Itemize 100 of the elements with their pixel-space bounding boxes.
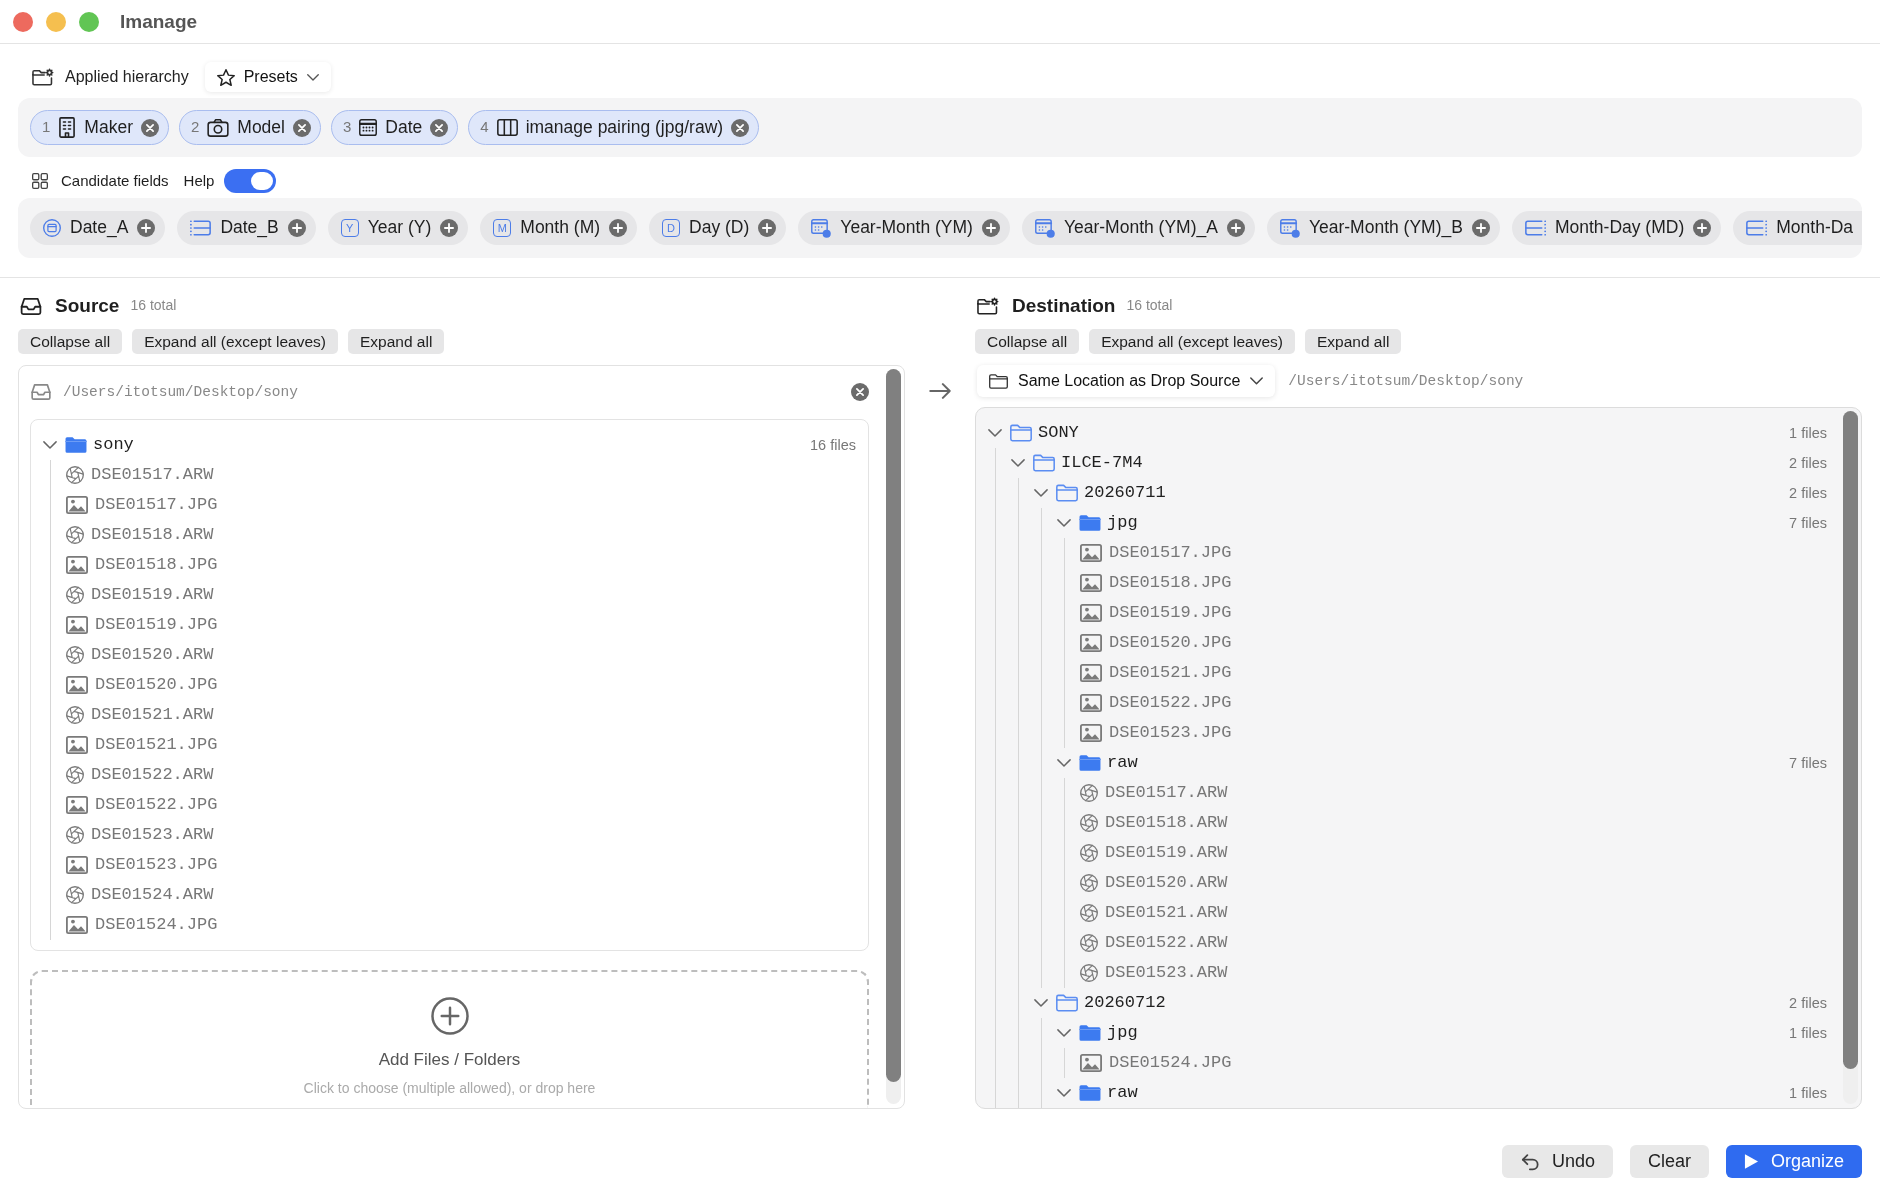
hierarchy-chip[interactable]: 2 Model bbox=[178, 110, 321, 145]
location-dropdown[interactable]: Same Location as Drop Source bbox=[977, 365, 1276, 397]
add-icon[interactable] bbox=[1693, 219, 1712, 237]
file-name[interactable]: DSE01518.JPG bbox=[95, 554, 218, 576]
toolbar-button[interactable]: Expand all (except leaves) bbox=[1089, 329, 1295, 354]
file-name[interactable]: DSE01517.JPG bbox=[1109, 542, 1232, 564]
file-name[interactable]: DSE01520.ARW bbox=[1105, 872, 1228, 894]
file-name[interactable]: DSE01522.JPG bbox=[95, 794, 218, 816]
folder-name[interactable]: SONY bbox=[1038, 422, 1079, 444]
chevron-icon[interactable] bbox=[1034, 489, 1048, 497]
field-chip[interactable]: Date_B bbox=[177, 211, 316, 245]
chevron-icon[interactable] bbox=[1034, 999, 1048, 1007]
file-name[interactable]: DSE01524.ARW bbox=[91, 884, 214, 906]
tray-icon bbox=[20, 297, 42, 315]
add-icon[interactable] bbox=[430, 997, 469, 1035]
file-name[interactable]: DSE01523.ARW bbox=[91, 824, 214, 846]
file-name[interactable]: DSE01519.ARW bbox=[91, 584, 214, 606]
remove-icon[interactable] bbox=[293, 118, 311, 137]
file-name[interactable]: DSE01519.ARW bbox=[1105, 842, 1228, 864]
file-name[interactable]: DSE01518.ARW bbox=[91, 524, 214, 546]
file-name[interactable]: DSE01524.JPG bbox=[95, 914, 218, 936]
field-chip[interactable]: Month-Da bbox=[1733, 211, 1862, 245]
add-icon[interactable] bbox=[1471, 219, 1490, 237]
file-name[interactable]: DSE01518.JPG bbox=[1109, 572, 1232, 594]
remove-icon[interactable] bbox=[430, 118, 449, 137]
toolbar-button[interactable]: Collapse all bbox=[975, 329, 1080, 354]
field-chip[interactable]: Year-Month (YM)_B bbox=[1266, 211, 1500, 245]
toolbar-button[interactable]: Collapse all bbox=[18, 329, 123, 354]
chevron-icon[interactable] bbox=[43, 441, 57, 449]
folder-name[interactable]: 20260712 bbox=[1084, 992, 1166, 1014]
organize-button[interactable]: Organize bbox=[1725, 1145, 1862, 1178]
file-name[interactable]: DSE01523.JPG bbox=[1109, 722, 1232, 744]
field-chip[interactable]: Y Year (Y) bbox=[327, 211, 469, 245]
toggle-switch[interactable] bbox=[224, 169, 277, 193]
undo-button[interactable]: Undo bbox=[1501, 1145, 1613, 1178]
folder-name[interactable]: 20260711 bbox=[1084, 482, 1166, 504]
close-button[interactable] bbox=[13, 11, 33, 32]
field-chip[interactable]: Date_A bbox=[30, 211, 166, 245]
chevron-icon[interactable] bbox=[1011, 459, 1025, 467]
chevron-icon[interactable] bbox=[1057, 519, 1071, 527]
toolbar-button[interactable]: Expand all bbox=[347, 329, 445, 354]
hierarchy-chip[interactable]: 1 Maker bbox=[30, 110, 169, 145]
file-name[interactable]: DSE01523.JPG bbox=[95, 854, 218, 876]
chevron-icon[interactable] bbox=[1057, 1029, 1071, 1037]
toolbar-button[interactable]: Expand all (except leaves) bbox=[132, 329, 338, 354]
file-name[interactable]: DSE01517.ARW bbox=[91, 464, 214, 486]
file-name[interactable]: DSE01518.ARW bbox=[1105, 812, 1228, 834]
folder-name[interactable]: raw bbox=[1107, 1082, 1138, 1104]
field-chip[interactable]: Year-Month (YM)_A bbox=[1021, 211, 1255, 245]
toolbar-button[interactable]: Expand all bbox=[1304, 329, 1402, 354]
file-name[interactable]: DSE01522.ARW bbox=[91, 764, 214, 786]
drop-zone[interactable]: Add Files / Folders Click to choose (multiple allowed), or drop here bbox=[30, 970, 869, 1108]
file-name[interactable]: DSE01522.JPG bbox=[1109, 692, 1232, 714]
field-chip[interactable]: D Day (D) bbox=[649, 211, 787, 245]
folder-name[interactable]: jpg bbox=[1107, 1022, 1138, 1044]
folder-name[interactable]: ILCE-7M4 bbox=[1061, 452, 1143, 474]
field-chip[interactable]: M Month (M) bbox=[480, 211, 638, 245]
file-name[interactable]: DSE01521.JPG bbox=[95, 734, 218, 756]
remove-icon[interactable] bbox=[731, 118, 750, 137]
order-number: 3 bbox=[343, 118, 352, 137]
folder-name[interactable]: sony bbox=[93, 434, 134, 456]
file-name[interactable]: DSE01517.JPG bbox=[95, 494, 218, 516]
clear-button[interactable]: Clear bbox=[1629, 1145, 1709, 1178]
clear-icon[interactable] bbox=[851, 383, 869, 401]
remove-icon[interactable] bbox=[140, 118, 159, 137]
help-label: Help bbox=[183, 171, 215, 191]
file-name[interactable]: DSE01520.JPG bbox=[95, 674, 218, 696]
add-icon[interactable] bbox=[609, 219, 628, 237]
chevron-icon[interactable] bbox=[1057, 759, 1071, 767]
hierarchy-chip[interactable]: 3 Date bbox=[331, 110, 459, 145]
chevron-icon[interactable] bbox=[988, 429, 1002, 437]
image-icon bbox=[1080, 604, 1102, 622]
file-name[interactable]: DSE01524.JPG bbox=[1109, 1052, 1232, 1074]
add-icon[interactable] bbox=[981, 219, 1000, 237]
calendar-disc-icon bbox=[43, 219, 61, 237]
file-count: 7 files bbox=[1789, 513, 1827, 533]
panel-title: Source bbox=[55, 294, 120, 318]
file-name[interactable]: DSE01521.ARW bbox=[1105, 902, 1228, 924]
file-name[interactable]: DSE01521.JPG bbox=[1109, 662, 1232, 684]
file-name[interactable]: DSE01523.ARW bbox=[1105, 962, 1228, 984]
add-icon[interactable] bbox=[758, 219, 777, 237]
presets-button[interactable]: Presets bbox=[204, 62, 331, 92]
folder-name[interactable]: raw bbox=[1107, 752, 1138, 774]
file-name[interactable]: DSE01521.ARW bbox=[91, 704, 214, 726]
field-chip[interactable]: Year-Month (YM) bbox=[798, 211, 1010, 245]
hierarchy-chip[interactable]: 4 imanage pairing (jpg/raw) bbox=[468, 110, 760, 145]
file-name[interactable]: DSE01520.JPG bbox=[1109, 632, 1232, 654]
folder-name[interactable]: jpg bbox=[1107, 512, 1138, 534]
chevron-icon[interactable] bbox=[1057, 1089, 1071, 1097]
add-icon[interactable] bbox=[1226, 219, 1245, 237]
file-name[interactable]: DSE01522.ARW bbox=[1105, 932, 1228, 954]
add-icon[interactable] bbox=[137, 219, 156, 237]
file-name[interactable]: DSE01519.JPG bbox=[95, 614, 218, 636]
file-name[interactable]: DSE01519.JPG bbox=[1109, 602, 1232, 624]
image-icon bbox=[66, 796, 88, 814]
file-name[interactable]: DSE01517.ARW bbox=[1105, 782, 1228, 804]
add-icon[interactable] bbox=[440, 219, 459, 237]
add-icon[interactable] bbox=[287, 219, 306, 237]
file-name[interactable]: DSE01520.ARW bbox=[91, 644, 214, 666]
field-chip[interactable]: Month-Day (MD) bbox=[1511, 211, 1722, 245]
